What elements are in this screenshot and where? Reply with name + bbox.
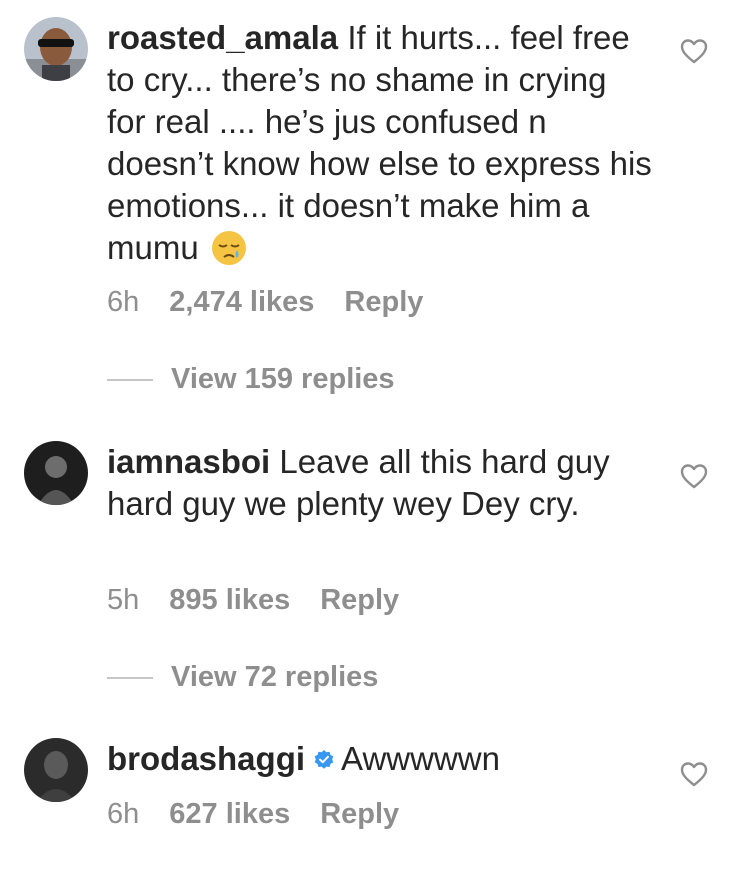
comment-meta: 6h 2,474 likes Reply bbox=[107, 284, 453, 320]
replies-divider bbox=[107, 677, 153, 680]
reply-button[interactable]: Reply bbox=[320, 798, 399, 830]
avatar[interactable] bbox=[24, 441, 88, 505]
comment-text: If it hurts... feel free to cry... there… bbox=[107, 19, 652, 266]
heart-icon[interactable] bbox=[680, 761, 708, 787]
view-replies-button[interactable]: View 72 replies bbox=[107, 659, 378, 695]
comment-meta: 5h 895 likes Reply bbox=[107, 582, 429, 618]
comment-text: Awwwwwn bbox=[341, 740, 500, 777]
verified-badge-icon bbox=[313, 739, 335, 769]
timestamp: 6h bbox=[107, 286, 140, 318]
likes-count[interactable]: 627 likes bbox=[169, 798, 290, 830]
heart-icon[interactable] bbox=[680, 463, 708, 489]
avatar[interactable] bbox=[24, 738, 88, 802]
avatar[interactable] bbox=[24, 17, 88, 81]
view-replies-button[interactable]: View 159 replies bbox=[107, 361, 395, 397]
replies-divider bbox=[107, 379, 153, 382]
likes-count[interactable]: 2,474 likes bbox=[169, 286, 314, 318]
username[interactable]: iamnasboi bbox=[107, 443, 270, 480]
username[interactable]: roasted_amala bbox=[107, 19, 338, 56]
reply-button[interactable]: Reply bbox=[344, 286, 423, 318]
timestamp: 5h bbox=[107, 584, 140, 616]
view-replies-label: View 72 replies bbox=[171, 661, 379, 693]
heart-icon[interactable] bbox=[680, 38, 708, 64]
sleepy-face-emoji-icon bbox=[211, 230, 247, 266]
comment-body: iamnasboi Leave all this hard guy hard g… bbox=[107, 441, 652, 525]
comment-meta: 6h 627 likes Reply bbox=[107, 796, 429, 832]
reply-button[interactable]: Reply bbox=[320, 584, 399, 616]
username[interactable]: brodashaggi bbox=[107, 740, 305, 777]
timestamp: 6h bbox=[107, 798, 140, 830]
view-replies-label: View 159 replies bbox=[171, 363, 395, 395]
comment-body: roasted_amala If it hurts... feel free t… bbox=[107, 17, 652, 269]
likes-count[interactable]: 895 likes bbox=[169, 584, 290, 616]
comment-body: brodashaggi Awwwwwn bbox=[107, 738, 652, 780]
